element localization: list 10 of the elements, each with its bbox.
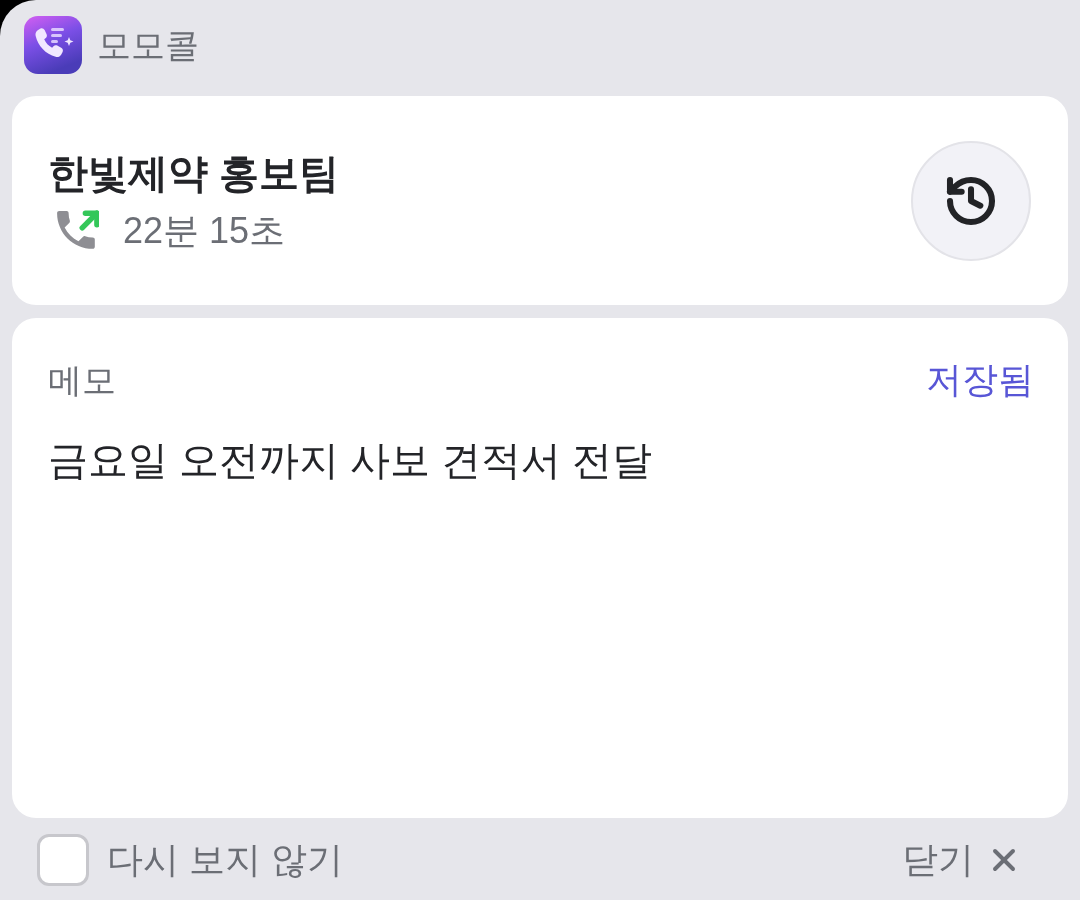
call-duration: 22분 15초 xyxy=(123,208,286,253)
app-name: 모모콜 xyxy=(97,25,199,66)
memo-field[interactable]: 금요일 오전까지 사보 견적서 전달 xyxy=(48,434,1032,788)
checkbox[interactable] xyxy=(37,834,89,886)
app-icon xyxy=(24,16,82,74)
saved-status: 저장됨 xyxy=(926,358,1034,402)
contact-name: 한빛제약 홍보팀 xyxy=(48,149,340,197)
close-button[interactable]: 닫기 xyxy=(902,838,1022,882)
dont-show-again-label: 다시 보지 않기 xyxy=(107,838,343,882)
memo-label: 메모 xyxy=(48,360,116,401)
